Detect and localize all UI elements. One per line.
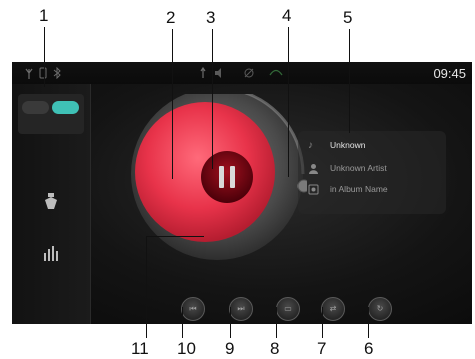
callout-6: 6 [364,339,374,358]
leader-line-10 [182,307,183,338]
bluetooth-icon [53,67,61,79]
source-toggle[interactable] [18,94,84,134]
callout-10: 10 [177,339,196,358]
radio-icon [45,193,57,209]
leader-line-4 [288,27,289,177]
play-pause-button[interactable] [201,151,253,203]
sidebar [12,84,91,324]
prev-icon: ⏮ [189,304,197,313]
leader-line-2 [172,29,173,179]
leader-line-11-vertical [146,236,147,338]
leader-line-5 [349,29,350,133]
callout-1: 1 [39,6,49,25]
callout-3: 3 [206,8,216,27]
status-bar: 09:45 [12,62,472,84]
sidebar-item-text[interactable] [12,159,90,173]
pause-icon [219,166,224,188]
leader-line-3 [212,29,213,169]
shuffle-icon: ⇄ [329,304,337,313]
callout-9: 9 [225,339,235,358]
next-button[interactable]: ⏭ [229,297,253,321]
antenna-icon [25,68,33,79]
callout-4: 4 [282,6,292,25]
link-icon [269,69,283,76]
callout-7: 7 [317,339,327,358]
browse-icon: ▭ [284,304,292,313]
leader-line-9 [230,307,231,338]
leader-line-1 [44,27,45,87]
next-icon: ⏭ [237,304,245,313]
track-artist-row: Unknown Artist [298,162,446,176]
callout-8: 8 [270,339,280,358]
leader-line-7 [322,307,323,338]
shuffle-button[interactable]: ⇄ [321,297,345,321]
player-content: ♪ Unknown Unknown Artist in Album Name ⏮… [91,84,472,324]
source-toggle-right[interactable] [52,101,79,114]
callout-5: 5 [343,8,353,27]
repeat-icon: ↻ [376,304,384,313]
album-disc [127,86,311,284]
track-title: Unknown [330,140,366,150]
music-note-icon: ♪ [308,140,313,151]
previous-button[interactable]: ⏮ [181,297,205,321]
usb-icon [200,67,206,78]
mute-icon [244,68,254,78]
callout-2: 2 [166,8,176,27]
phone-icon [39,67,47,79]
track-artist: Unknown Artist [330,163,387,173]
track-info-panel: ♪ Unknown Unknown Artist in Album Name [298,131,446,214]
clock: 09:45 [433,66,466,81]
callout-11: 11 [131,339,149,358]
track-title-row: ♪ Unknown [298,139,446,153]
leader-line-6 [368,307,369,338]
leader-line-8 [276,307,277,338]
album-icon [308,184,320,196]
browse-button[interactable]: ▭ [276,297,300,321]
repeat-button[interactable]: ↻ [368,297,392,321]
sound-icon [215,68,221,78]
person-icon [308,163,320,175]
sidebar-item-audio[interactable] [12,244,90,284]
source-toggle-left[interactable] [22,101,49,114]
leader-line-11-horizontal [146,236,204,237]
sidebar-item-radio[interactable] [12,192,90,232]
track-album: in Album Name [330,184,388,194]
head-unit-screen: 09:45 ♪ Unknown Unknown Artist in Album … [12,62,472,324]
track-album-row: in Album Name [298,183,446,197]
audio-equalizer-icon [44,246,58,261]
